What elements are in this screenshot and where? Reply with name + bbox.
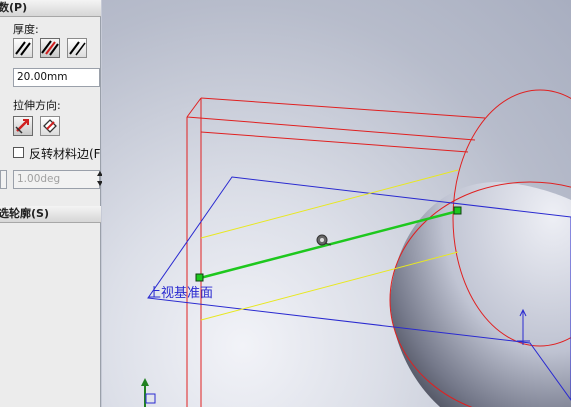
sketch-endpoint[interactable] bbox=[453, 206, 462, 215]
model-preview[interactable] bbox=[0, 0, 571, 407]
top-plane-label: 上视基准面 bbox=[148, 286, 214, 301]
sketch-endpoint[interactable] bbox=[195, 273, 204, 282]
cylinder-surface bbox=[390, 181, 571, 407]
coordinate-triad-icon bbox=[141, 378, 156, 407]
